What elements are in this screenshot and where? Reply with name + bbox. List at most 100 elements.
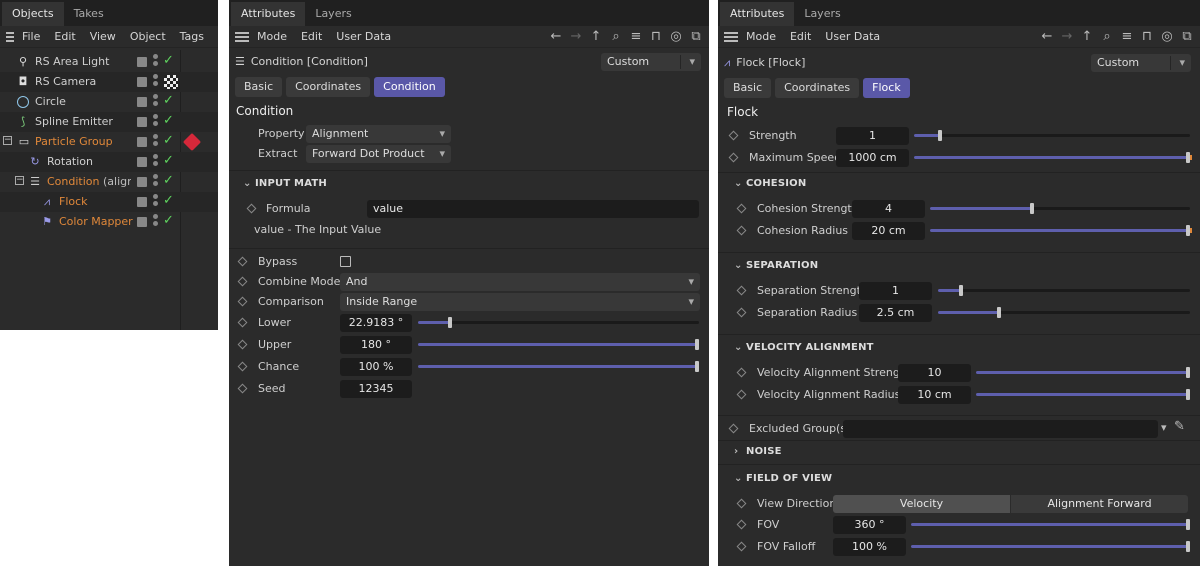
object-row-rs-camera[interactable]: ◘ RS Camera <box>0 72 218 92</box>
velocity-strength-input[interactable]: 10 <box>898 364 971 382</box>
animate-diamond-icon[interactable] <box>728 423 739 434</box>
fov-slider[interactable] <box>911 519 1190 530</box>
menu-tags[interactable]: Tags <box>180 30 204 43</box>
visibility-dots-icon[interactable] <box>153 194 159 210</box>
menu-mode[interactable]: Mode <box>746 30 776 43</box>
search-icon[interactable]: ⌕ <box>1100 29 1114 44</box>
back-arrow-icon[interactable]: ← <box>1040 29 1054 44</box>
menu-user-data[interactable]: User Data <box>336 30 391 43</box>
object-row-condition[interactable]: − ☰ Condition (align.z. ✓ <box>0 172 218 192</box>
animate-diamond-icon[interactable] <box>736 498 747 509</box>
max-speed-slider[interactable] <box>914 152 1192 163</box>
tab-objects[interactable]: Objects <box>2 2 64 26</box>
velocity-radius-input[interactable]: 10 cm <box>898 386 971 404</box>
slider-handle[interactable] <box>937 130 942 141</box>
lock-icon[interactable]: ⊓ <box>1140 29 1154 44</box>
search-icon[interactable]: ⌕ <box>609 29 623 44</box>
menu-mode[interactable]: Mode <box>257 30 287 43</box>
coordinates-button[interactable]: Coordinates <box>286 77 371 97</box>
visibility-dots-icon[interactable] <box>153 114 159 130</box>
hamburger-menu-icon[interactable] <box>724 31 738 42</box>
animate-diamond-icon[interactable] <box>736 225 747 236</box>
fov-falloff-input[interactable]: 100 % <box>833 538 906 556</box>
max-speed-input[interactable]: 1000 cm <box>836 149 909 167</box>
velocity-strength-slider[interactable] <box>976 367 1190 378</box>
target-icon[interactable]: ◎ <box>669 29 683 44</box>
filter-icon[interactable]: ≡ <box>629 29 643 44</box>
object-row-color-mapper[interactable]: ⚑ Color Mapper ✓ <box>0 212 218 232</box>
menu-user-data[interactable]: User Data <box>825 30 880 43</box>
flock-button[interactable]: Flock <box>863 78 910 98</box>
strength-slider[interactable] <box>914 130 1190 141</box>
visibility-dots-icon[interactable] <box>153 214 159 230</box>
slider-handle[interactable] <box>1186 225 1190 236</box>
object-row-circle[interactable]: Circle ✓ <box>0 92 218 112</box>
eyedropper-icon[interactable]: ✎ <box>1174 419 1185 434</box>
field-of-view-group-header[interactable]: ⌄ FIELD OF VIEW <box>734 473 832 484</box>
excluded-groups-field[interactable] <box>843 420 1158 438</box>
slider-handle[interactable] <box>1030 203 1034 214</box>
cohesion-radius-input[interactable]: 20 cm <box>852 222 925 240</box>
filter-icon[interactable]: ≡ <box>1120 29 1134 44</box>
upper-slider[interactable] <box>418 339 699 350</box>
separation-radius-slider[interactable] <box>938 307 1190 318</box>
checker-tag-icon[interactable] <box>164 75 178 89</box>
slider-handle[interactable] <box>447 317 452 328</box>
cohesion-strength-slider[interactable] <box>930 203 1190 214</box>
separation-group-header[interactable]: ⌄ SEPARATION <box>734 260 818 271</box>
chance-slider[interactable] <box>418 361 699 372</box>
animate-diamond-icon[interactable] <box>728 152 739 163</box>
tab-layers[interactable]: Layers <box>305 2 361 26</box>
cohesion-radius-slider[interactable] <box>930 225 1192 236</box>
forward-arrow-icon[interactable]: → <box>1060 29 1074 44</box>
strength-input[interactable]: 1 <box>836 127 909 145</box>
separation-strength-input[interactable]: 1 <box>859 282 932 300</box>
visibility-dots-icon[interactable] <box>153 174 159 190</box>
slider-handle[interactable] <box>1186 541 1190 552</box>
visibility-dots-icon[interactable] <box>153 74 159 90</box>
enabled-check-icon[interactable]: ✓ <box>163 93 174 108</box>
animate-diamond-icon[interactable] <box>736 541 747 552</box>
enabled-check-icon[interactable]: ✓ <box>163 133 174 148</box>
seed-input[interactable]: 12345 <box>340 380 412 398</box>
velocity-radius-slider[interactable] <box>976 389 1190 400</box>
noise-group-header[interactable]: › NOISE <box>734 446 782 457</box>
lock-icon[interactable]: ⊓ <box>649 29 663 44</box>
formula-input[interactable]: value <box>367 200 699 218</box>
tab-attributes[interactable]: Attributes <box>231 2 306 26</box>
slider-handle[interactable] <box>1186 389 1190 400</box>
object-row-rs-area-light[interactable]: ⚲ RS Area Light ✓ <box>0 52 218 72</box>
view-direction-velocity-option[interactable]: Velocity <box>833 495 1010 513</box>
edit-toggle-icon[interactable] <box>137 97 147 107</box>
object-row-spline-emitter[interactable]: ⟆ Spline Emitter ✓ <box>0 112 218 132</box>
chance-input[interactable]: 100 % <box>340 358 412 376</box>
tab-takes[interactable]: Takes <box>64 2 114 26</box>
upper-input[interactable]: 180 ° <box>340 336 412 354</box>
visibility-dots-icon[interactable] <box>153 54 159 70</box>
back-arrow-icon[interactable]: ← <box>549 29 563 44</box>
red-cube-tag-icon[interactable] <box>182 132 202 152</box>
animate-diamond-icon[interactable] <box>736 389 747 400</box>
separation-radius-input[interactable]: 2.5 cm <box>859 304 932 322</box>
dropdown-arrow-icon[interactable]: ▾ <box>1161 421 1167 434</box>
slider-handle[interactable] <box>1186 152 1190 163</box>
forward-arrow-icon[interactable]: → <box>569 29 583 44</box>
slider-handle[interactable] <box>1186 519 1190 530</box>
animate-diamond-icon[interactable] <box>237 256 248 267</box>
coordinates-button[interactable]: Coordinates <box>775 78 860 98</box>
edit-toggle-icon[interactable] <box>137 117 147 127</box>
new-window-icon[interactable]: ⧉ <box>1180 29 1194 44</box>
hamburger-menu-icon[interactable] <box>6 31 14 42</box>
animate-diamond-icon[interactable] <box>728 130 739 141</box>
preset-dropdown[interactable]: Custom <box>1091 54 1191 72</box>
tab-attributes[interactable]: Attributes <box>720 2 795 26</box>
input-math-group-header[interactable]: ⌄ INPUT MATH <box>243 178 327 189</box>
target-icon[interactable]: ◎ <box>1160 29 1174 44</box>
cohesion-strength-input[interactable]: 4 <box>852 200 925 218</box>
edit-toggle-icon[interactable] <box>137 217 147 227</box>
animate-diamond-icon[interactable] <box>237 317 248 328</box>
animate-diamond-icon[interactable] <box>246 203 257 214</box>
animate-diamond-icon[interactable] <box>237 296 248 307</box>
hamburger-menu-icon[interactable] <box>235 31 249 42</box>
visibility-dots-icon[interactable] <box>153 134 159 150</box>
